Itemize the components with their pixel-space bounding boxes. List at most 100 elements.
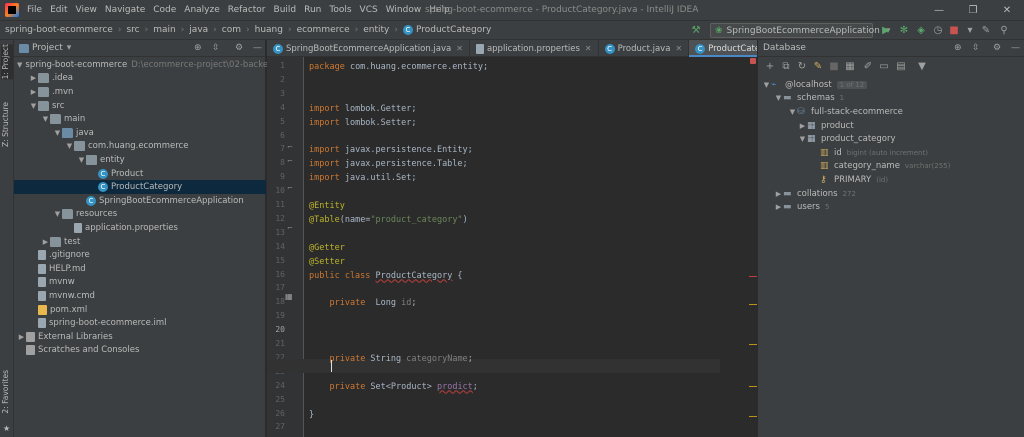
project-tool-button[interactable]: 1: Project — [1, 44, 13, 80]
breadcrumb-item[interactable]: java — [189, 25, 208, 35]
tree-item[interactable]: ▶ test — [14, 235, 266, 249]
project-view-select[interactable]: Project — [32, 43, 63, 53]
code-line[interactable]: import lombok.Setter; — [309, 117, 416, 131]
close-tab-icon[interactable]: ✕ — [456, 44, 463, 53]
code-line[interactable]: import javax.persistence.Table; — [309, 158, 468, 172]
favorites-tool-button[interactable]: 2: Favorites — [1, 370, 10, 414]
tree-item[interactable]: ▼ spring-boot-ecommerce D:\ecommerce-proje… — [14, 58, 273, 72]
table-view-icon[interactable]: ▦ — [844, 60, 856, 74]
restore-icon[interactable]: ❐ — [956, 0, 990, 20]
gear-icon[interactable]: ⚙ — [993, 43, 1001, 53]
collapse-arrow-icon[interactable]: ▶ — [29, 74, 38, 82]
database-tree-item[interactable]: ▥ id bigint (auto increment) — [820, 146, 928, 160]
expand-arrow-icon[interactable]: ▼ — [762, 81, 771, 89]
fold-marker-icon[interactable]: ⌐ — [287, 143, 293, 151]
collapse-arrow-icon[interactable]: ▶ — [798, 122, 807, 130]
breadcrumb-item[interactable]: spring-boot-ecommerce — [5, 25, 113, 35]
database-table-gutter-icon[interactable]: ▦ — [285, 292, 293, 301]
profile-icon[interactable]: ◷ — [932, 24, 944, 37]
add-icon[interactable]: + — [764, 60, 776, 74]
code-line[interactable] — [309, 325, 329, 339]
collapse-all-icon[interactable]: ⇳ — [972, 43, 980, 53]
menu-item-edit[interactable]: Edit — [50, 5, 67, 15]
filter-icon[interactable]: ▼ — [916, 60, 928, 74]
run-icon[interactable]: ▶ — [880, 24, 892, 37]
menu-item-refactor[interactable]: Refactor — [228, 5, 266, 15]
code-area[interactable]: package com.huang.ecommerce.entity; impor… — [309, 57, 749, 437]
tree-item[interactable]: C ProductCategory — [14, 180, 266, 194]
tree-item[interactable]: ▶ .idea — [14, 72, 266, 86]
code-line[interactable]: } — [309, 409, 314, 423]
collapse-arrow-icon[interactable]: ▶ — [774, 190, 783, 198]
menu-item-code[interactable]: Code — [153, 5, 176, 15]
fold-marker-icon[interactable]: ⌐ — [287, 184, 293, 192]
database-tree-item[interactable]: ⚷ PRIMARY (id) — [820, 173, 888, 187]
settings-wrench-icon[interactable]: ✎ — [980, 24, 992, 37]
coverage-icon[interactable]: ◈ — [915, 24, 927, 37]
expand-arrow-icon[interactable]: ▼ — [65, 142, 74, 150]
close-tab-icon[interactable]: ✕ — [585, 44, 592, 53]
tree-item[interactable]: ▼ main — [14, 112, 266, 126]
editor-tab[interactable]: C SpringBootEcommerceApplication.java ✕ — [267, 40, 470, 57]
menu-item-navigate[interactable]: Navigate — [105, 5, 145, 15]
collapse-arrow-icon[interactable]: ▶ — [774, 203, 783, 211]
expand-arrow-icon[interactable]: ▼ — [798, 135, 807, 143]
database-tree-item[interactable]: ▼ ⛁ full-stack-ecommerce — [788, 105, 903, 119]
database-tree-item[interactable]: ▶ ▬ collations 272 — [774, 187, 856, 201]
expand-arrow-icon[interactable]: ▼ — [41, 115, 50, 123]
fold-marker-icon[interactable]: ⌐ — [287, 157, 293, 165]
breadcrumb-item[interactable]: main — [153, 25, 176, 35]
locate-icon[interactable]: ⊕ — [194, 43, 202, 53]
locate-icon[interactable]: ⊕ — [954, 43, 962, 53]
menu-item-window[interactable]: Window — [386, 5, 422, 15]
tree-item[interactable]: ▶ External Libraries — [14, 330, 266, 344]
code-line[interactable]: @Setter — [309, 256, 345, 270]
tree-item[interactable]: ▼ entity — [14, 153, 266, 167]
code-line[interactable]: @Table(name="product_category") — [309, 214, 468, 228]
debug-icon[interactable]: ✻ — [898, 24, 910, 37]
tree-item[interactable]: ▼ resources — [14, 208, 266, 222]
tree-item[interactable]: mvnw.cmd — [14, 289, 266, 303]
expand-arrow-icon[interactable]: ▼ — [53, 210, 62, 218]
code-line[interactable]: import lombok.Getter; — [309, 103, 416, 117]
warning-stripe[interactable] — [749, 344, 757, 345]
menu-item-file[interactable]: File — [27, 5, 42, 15]
jump-to-console-icon[interactable]: ▭ — [878, 60, 890, 74]
expand-arrow-icon[interactable]: ▼ — [53, 129, 62, 137]
code-line[interactable]: package com.huang.ecommerce.entity; — [309, 61, 488, 75]
breadcrumb-item[interactable]: entity — [363, 25, 389, 35]
code-line[interactable]: import javax.persistence.Entity; — [309, 144, 473, 158]
breadcrumb-item[interactable]: ProductCategory — [416, 25, 491, 35]
database-tree-item[interactable]: ▥ category_name varchar(255) — [820, 160, 950, 174]
tree-item[interactable]: Scratches and Consoles — [14, 344, 266, 358]
breadcrumb-item[interactable]: ecommerce — [297, 25, 350, 35]
tree-item[interactable]: ▼ java — [14, 126, 266, 140]
error-stripe[interactable] — [749, 276, 757, 277]
tree-item[interactable]: C SpringBootEcommerceApplication — [14, 194, 266, 208]
collapse-arrow-icon[interactable]: ▶ — [41, 238, 50, 246]
gear-icon[interactable]: ⚙ — [235, 43, 243, 53]
build-hammer-icon[interactable]: ⚒ — [690, 24, 702, 37]
error-indicator-icon[interactable] — [750, 58, 756, 64]
menu-item-tools[interactable]: Tools — [329, 5, 351, 15]
tree-item[interactable]: HELP.md — [14, 262, 266, 276]
properties-icon[interactable]: ✎ — [812, 60, 824, 74]
tree-item[interactable]: mvnw — [14, 276, 266, 290]
breadcrumb-item[interactable]: huang — [255, 25, 283, 35]
profile-dropdown-icon[interactable]: ▾ — [964, 24, 976, 37]
collapse-all-icon[interactable]: ⇳ — [212, 43, 220, 53]
refresh-icon[interactable]: ↻ — [796, 60, 808, 74]
sql-console-icon[interactable]: ▤ — [895, 60, 907, 74]
expand-arrow-icon[interactable]: ▼ — [77, 156, 86, 164]
menu-item-build[interactable]: Build — [274, 5, 297, 15]
editor-tab[interactable]: C Product.java ✕ — [599, 40, 690, 57]
tree-item[interactable]: spring-boot-ecommerce.iml — [14, 316, 266, 330]
code-line[interactable]: private Set<Product> prodict; — [309, 381, 477, 395]
code-line[interactable]: private Long id; — [309, 297, 416, 311]
warning-stripe[interactable] — [749, 304, 757, 305]
warning-stripe[interactable] — [749, 416, 757, 417]
hide-icon[interactable]: — — [253, 43, 262, 53]
editor-tab[interactable]: application.properties ✕ — [470, 40, 599, 57]
breadcrumb-item[interactable]: src — [126, 25, 139, 35]
warning-stripe[interactable] — [749, 386, 757, 387]
